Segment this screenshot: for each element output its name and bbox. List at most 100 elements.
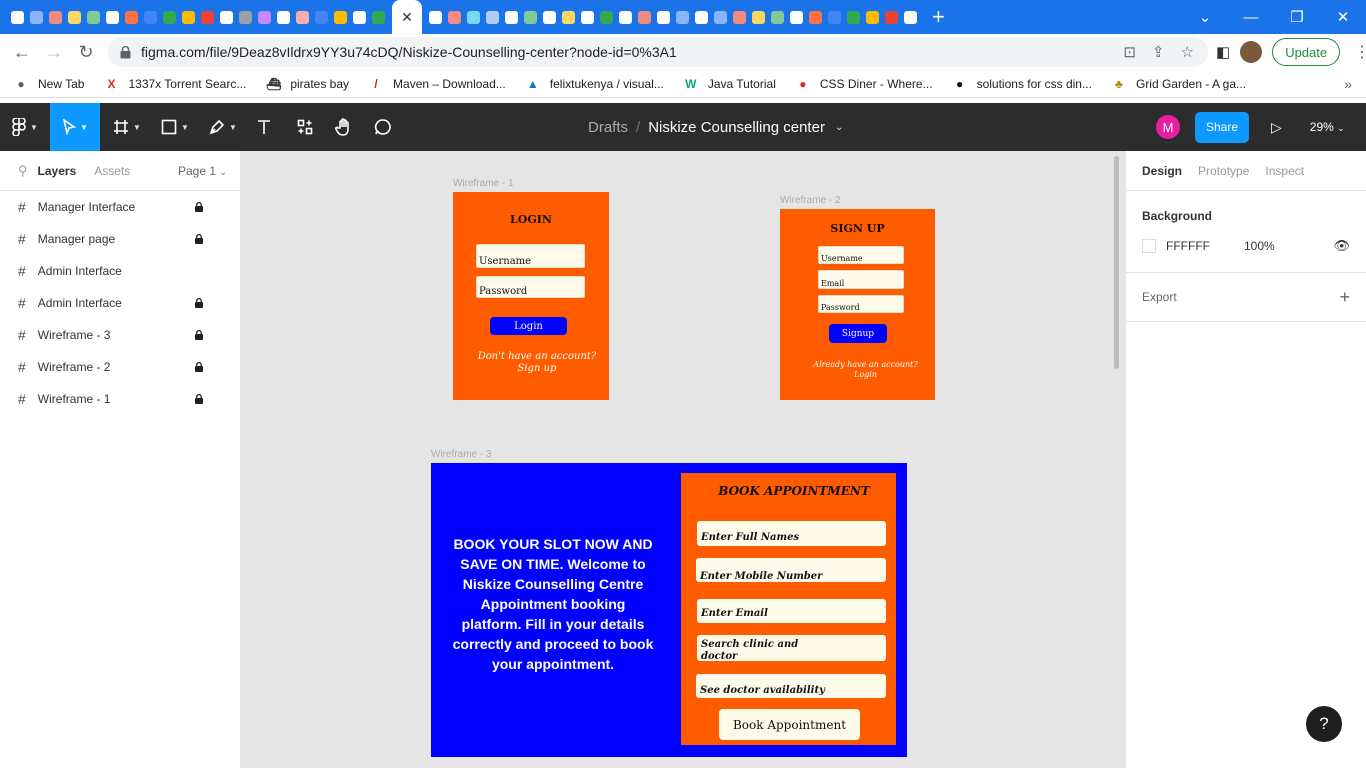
chevron-down-icon[interactable]: ⌄: [835, 122, 843, 133]
bookmark-item[interactable]: ♣ Grid Garden - A ga...: [1112, 77, 1246, 91]
figma-menu-button[interactable]: ▼: [0, 103, 50, 151]
tab-favicon[interactable]: [600, 10, 613, 24]
minimize-icon[interactable]: —: [1228, 9, 1274, 26]
bookmark-item[interactable]: ⛴ pirates bay: [266, 77, 349, 91]
tab-favicon[interactable]: [239, 10, 252, 24]
resources-tool-button[interactable]: [288, 103, 322, 151]
install-app-icon[interactable]: ⊡: [1123, 43, 1136, 61]
background-color-swatch[interactable]: [1142, 239, 1156, 253]
share-button[interactable]: Share: [1195, 111, 1249, 143]
bookmark-star-icon[interactable]: ☆: [1181, 43, 1194, 61]
tab-favicon[interactable]: [543, 10, 556, 24]
tab-favicon[interactable]: [619, 10, 632, 24]
drafts-link[interactable]: Drafts: [588, 119, 628, 136]
tab-favicon[interactable]: [505, 10, 518, 24]
wireframe-2-frame[interactable]: SIGN UP Username Email Password Signup A…: [780, 209, 935, 400]
share-page-icon[interactable]: ⇪: [1152, 43, 1165, 61]
tab-favicon[interactable]: [296, 10, 309, 24]
close-window-icon[interactable]: ✕: [1320, 8, 1366, 26]
move-tool-button[interactable]: ▼: [50, 103, 100, 151]
pen-tool-button[interactable]: ▼: [200, 103, 246, 151]
tab-favicon[interactable]: [828, 10, 841, 24]
comment-tool-button[interactable]: [366, 103, 400, 151]
tab-favicon[interactable]: [847, 10, 860, 24]
tab-favicon[interactable]: [638, 10, 651, 24]
tab-favicon[interactable]: [49, 10, 62, 24]
tab-favicon[interactable]: [11, 10, 24, 24]
tab-favicon[interactable]: [87, 10, 100, 24]
lock-icon[interactable]: [195, 298, 203, 308]
add-export-icon[interactable]: +: [1339, 287, 1350, 308]
tab-favicon[interactable]: [372, 10, 385, 24]
canvas-scrollbar[interactable]: [1114, 156, 1119, 369]
restore-icon[interactable]: ❐: [1274, 8, 1320, 26]
bookmark-item[interactable]: ● New Tab: [14, 77, 84, 91]
lock-icon[interactable]: [195, 362, 203, 372]
tab-favicon[interactable]: [334, 10, 347, 24]
shape-tool-button[interactable]: ▼: [152, 103, 198, 151]
zoom-level[interactable]: 29% ⌄: [1310, 120, 1345, 134]
lock-icon[interactable]: [195, 202, 203, 212]
tab-favicon[interactable]: [486, 10, 499, 24]
wireframe-1-frame[interactable]: LOGIN Username Password Login Don't have…: [453, 192, 609, 400]
help-button[interactable]: ?: [1306, 706, 1342, 742]
layer-item[interactable]: # Manager Interface: [0, 191, 240, 223]
tab-layers[interactable]: Layers: [38, 164, 77, 178]
side-panel-icon[interactable]: ◧: [1216, 43, 1230, 61]
close-tab-icon[interactable]: ✕: [401, 9, 413, 26]
background-hex-input[interactable]: FFFFFF: [1166, 239, 1210, 253]
tab-search-icon[interactable]: ⌄: [1182, 8, 1228, 26]
lock-icon[interactable]: [195, 330, 203, 340]
tab-favicon[interactable]: [106, 10, 119, 24]
text-tool-button[interactable]: [248, 103, 280, 151]
frame-tool-button[interactable]: ▼: [104, 103, 150, 151]
tab-favicon[interactable]: [220, 10, 233, 24]
tab-favicon[interactable]: [657, 10, 670, 24]
tab-favicon[interactable]: [277, 10, 290, 24]
tab-favicon[interactable]: [353, 10, 366, 24]
layer-item[interactable]: # Wireframe - 1: [0, 383, 240, 415]
frame-label-wireframe-1[interactable]: Wireframe - 1: [453, 178, 514, 189]
tab-favicon[interactable]: [467, 10, 480, 24]
lock-icon[interactable]: [195, 234, 203, 244]
tab-favicon[interactable]: [733, 10, 746, 24]
back-icon[interactable]: ←: [6, 42, 38, 63]
bookmark-item[interactable]: W Java Tutorial: [684, 77, 776, 91]
tab-favicon[interactable]: [695, 10, 708, 24]
tab-favicon[interactable]: [809, 10, 822, 24]
tab-favicon[interactable]: [429, 10, 442, 24]
layer-item[interactable]: # Wireframe - 2: [0, 351, 240, 383]
bookmark-item[interactable]: / Maven – Download...: [369, 77, 505, 91]
tab-favicon[interactable]: [771, 10, 784, 24]
tab-favicon[interactable]: [315, 10, 328, 24]
update-button[interactable]: Update: [1272, 38, 1341, 66]
bookmarks-more-icon[interactable]: »: [1344, 76, 1352, 92]
tab-assets[interactable]: Assets: [94, 164, 130, 178]
tab-favicon[interactable]: [752, 10, 765, 24]
layer-item[interactable]: # Admin Interface: [0, 255, 240, 287]
page-selector[interactable]: Page 1 ⌄: [178, 164, 227, 178]
hand-tool-button[interactable]: [326, 103, 362, 151]
active-tab[interactable]: ✕: [392, 0, 422, 34]
layer-item[interactable]: # Admin Interface: [0, 287, 240, 319]
reload-icon[interactable]: ↻: [70, 42, 102, 63]
tab-favicon[interactable]: [68, 10, 81, 24]
frame-label-wireframe-2[interactable]: Wireframe - 2: [780, 195, 841, 206]
lock-icon[interactable]: [195, 394, 203, 404]
tab-favicon[interactable]: [163, 10, 176, 24]
tab-favicon[interactable]: [676, 10, 689, 24]
tab-favicon[interactable]: [904, 10, 917, 24]
bookmark-item[interactable]: ● solutions for css din...: [953, 77, 1092, 91]
tab-favicon[interactable]: [866, 10, 879, 24]
tab-favicon[interactable]: [125, 10, 138, 24]
tab-favicon[interactable]: [581, 10, 594, 24]
tab-favicon[interactable]: [201, 10, 214, 24]
tab-favicon[interactable]: [30, 10, 43, 24]
tab-favicon[interactable]: [144, 10, 157, 24]
tab-design[interactable]: Design: [1142, 164, 1182, 178]
layer-item[interactable]: # Wireframe - 3: [0, 319, 240, 351]
background-opacity-input[interactable]: 100%: [1244, 239, 1275, 253]
tab-favicon[interactable]: [885, 10, 898, 24]
user-avatar[interactable]: M: [1156, 115, 1180, 139]
url-text[interactable]: figma.com/file/9Deaz8vIldrx9YY3u74cDQ/Ni…: [141, 44, 677, 60]
